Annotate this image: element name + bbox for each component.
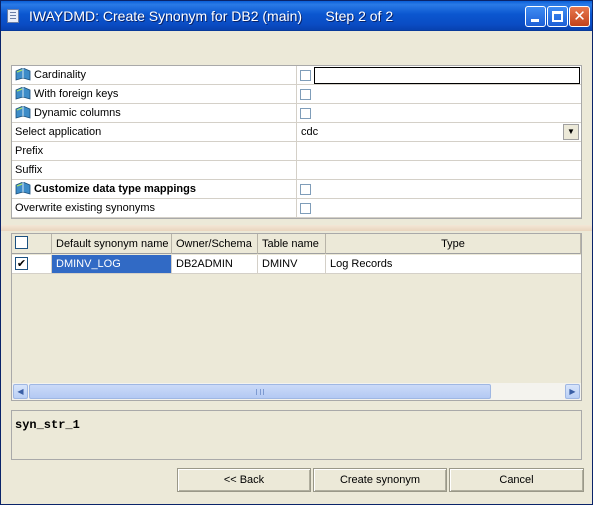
synonym-cell[interactable]: DMINV_LOG [52,255,172,273]
cardinality-input[interactable] [314,67,580,84]
scroll-left-button[interactable]: ◀ [13,384,28,399]
book-icon [15,182,31,195]
property-row-dynamic-columns: Dynamic columns [12,104,581,123]
dynamic-columns-checkbox[interactable] [300,108,311,119]
minimize-button[interactable] [525,6,546,27]
row-checkbox[interactable]: ✔ [15,257,28,270]
window-title: IWAYDMD: Create Synonym for DB2 (main) S… [29,8,394,24]
property-label: Select application [12,123,297,141]
status-text: syn_str_1 [15,418,80,432]
property-label: Prefix [12,142,297,160]
panel-separator[interactable] [1,225,592,231]
select-application-value: cdc [301,126,319,138]
table-name-cell: DMINV [258,255,326,273]
table-header: Default synonym name Owner/Schema Table … [12,234,581,254]
column-header-table[interactable]: Table name [258,234,326,254]
maximize-icon [552,11,563,22]
app-icon [7,9,19,23]
property-label: Customize data type mappings [12,180,297,198]
synonym-table: Default synonym name Owner/Schema Table … [11,233,582,401]
horizontal-scrollbar[interactable]: ◀ ▶ [12,383,581,400]
select-all-header [12,234,52,254]
dialog-window: IWAYDMD: Create Synonym for DB2 (main) S… [0,0,593,505]
property-row-prefix: Prefix [12,142,581,161]
prefix-input[interactable] [298,142,581,160]
select-application-dropdown[interactable]: cdc ▼ [298,123,581,141]
maximize-button[interactable] [547,6,568,27]
customize-mappings-checkbox[interactable] [300,184,311,195]
property-label: Dynamic columns [12,104,297,122]
property-label: Suffix [12,161,297,179]
book-icon [15,68,31,81]
grip-icon [256,389,264,395]
close-button[interactable]: ✕ [569,6,590,27]
property-value [298,199,581,217]
book-icon [15,106,31,119]
minimize-icon [531,19,539,22]
close-icon: ✕ [573,7,586,25]
scroll-thumb[interactable] [29,384,491,399]
column-header-owner[interactable]: Owner/Schema [172,234,258,254]
property-value [298,104,581,122]
foreign-keys-checkbox[interactable] [300,89,311,100]
suffix-input[interactable] [298,161,581,179]
property-row-select-application: Select application cdc ▼ [12,123,581,142]
property-label: Cardinality [12,66,297,84]
property-row-customize-mappings: Customize data type mappings [12,180,581,199]
property-row-overwrite: Overwrite existing synonyms [12,199,581,218]
owner-cell: DB2ADMIN [172,255,258,273]
cancel-button[interactable]: Cancel [449,468,584,492]
title-bar[interactable]: IWAYDMD: Create Synonym for DB2 (main) S… [1,1,592,31]
property-value [298,85,581,103]
property-label: With foreign keys [12,85,297,103]
create-synonym-button[interactable]: Create synonym [313,468,447,492]
row-select-cell: ✔ [12,255,52,273]
chevron-down-icon[interactable]: ▼ [563,124,579,140]
book-icon [15,87,31,100]
property-row-foreign-keys: With foreign keys [12,85,581,104]
back-button[interactable]: << Back [177,468,311,492]
column-header-synonym[interactable]: Default synonym name [52,234,172,254]
status-panel: syn_str_1 [11,410,582,460]
type-cell: Log Records [330,258,393,270]
property-label: Overwrite existing synonyms [12,199,297,217]
property-value [298,180,581,198]
table-row[interactable]: ✔ DMINV_LOG DB2ADMIN DMINV Log Records [12,255,581,274]
overwrite-checkbox[interactable] [300,203,311,214]
properties-grid: Cardinality With foreign keys Dynamic co… [11,65,582,219]
property-value [298,66,581,84]
scroll-right-button[interactable]: ▶ [565,384,580,399]
select-all-checkbox[interactable] [15,236,28,249]
cardinality-checkbox[interactable] [300,70,311,81]
property-row-suffix: Suffix [12,161,581,180]
property-row-cardinality: Cardinality [12,66,581,85]
column-header-type[interactable]: Type [326,234,581,254]
